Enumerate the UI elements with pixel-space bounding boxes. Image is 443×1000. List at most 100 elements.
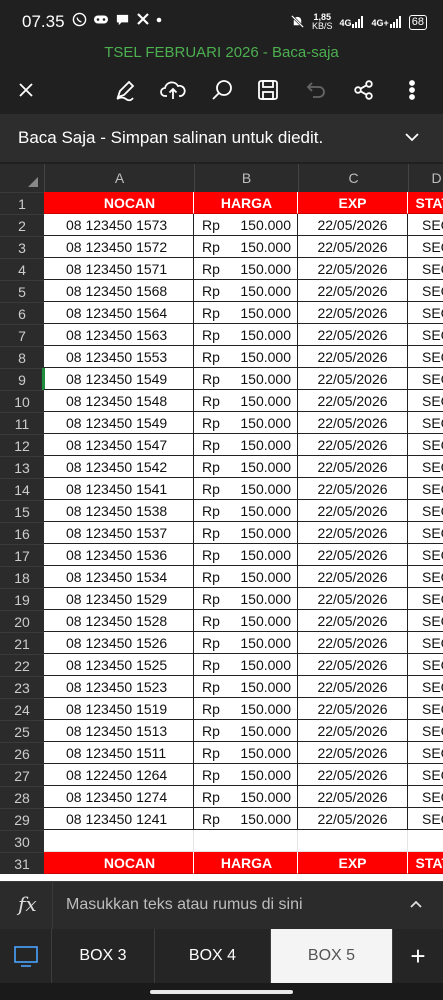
cell-status[interactable]: SEGEL [408, 610, 443, 632]
row-header[interactable]: 27 [0, 764, 44, 786]
cell-harga[interactable]: Rp 150.000 [194, 566, 298, 588]
undo-button[interactable] [302, 76, 330, 104]
cell-exp[interactable]: 22/05/2026 [298, 698, 408, 720]
cell-exp[interactable]: 22/05/2026 [298, 786, 408, 808]
cell-status[interactable]: SEGEL [408, 302, 443, 324]
cell-harga[interactable]: Rp 150.000 [194, 654, 298, 676]
cell-exp[interactable]: 22/05/2026 [298, 368, 408, 390]
header-cell-harga[interactable]: HARGA [194, 852, 298, 874]
column-header-b[interactable]: B [194, 164, 298, 192]
cell-exp[interactable]: 22/05/2026 [298, 214, 408, 236]
row-header[interactable]: 4 [0, 258, 44, 280]
cell-nocan[interactable]: 08 123450 1548 [44, 390, 194, 412]
cell-nocan[interactable]: 08 123450 1536 [44, 544, 194, 566]
cell-harga[interactable]: Rp 150.000 [194, 632, 298, 654]
cell-nocan[interactable]: 08 123450 1553 [44, 346, 194, 368]
cell-status[interactable]: SEGEL [408, 478, 443, 500]
cell-status[interactable]: SEGEL [408, 390, 443, 412]
cell-harga[interactable]: Rp 150.000 [194, 390, 298, 412]
cell-nocan[interactable]: 08 123450 1523 [44, 676, 194, 698]
row-header[interactable]: 20 [0, 610, 44, 632]
add-sheet-button[interactable]: + [393, 929, 443, 983]
row-header[interactable]: 25 [0, 720, 44, 742]
header-cell-exp[interactable]: EXP [298, 852, 408, 874]
cell-harga[interactable]: Rp 150.000 [194, 280, 298, 302]
cell-status[interactable]: SEGEL [408, 786, 443, 808]
header-cell-exp[interactable]: EXP [298, 192, 408, 214]
row-header[interactable]: 24 [0, 698, 44, 720]
cell-exp[interactable]: 22/05/2026 [298, 544, 408, 566]
cell-status[interactable]: SEGEL [408, 214, 443, 236]
search-button[interactable] [208, 76, 236, 104]
row-header[interactable]: 23 [0, 676, 44, 698]
cell-harga[interactable]: Rp 150.000 [194, 368, 298, 390]
tab-box-5[interactable]: BOX 5 [271, 929, 393, 983]
cell-status[interactable]: SEGEL [408, 368, 443, 390]
more-button[interactable] [398, 76, 426, 104]
cell-nocan[interactable]: 08 123450 1571 [44, 258, 194, 280]
cell-nocan[interactable]: 08 123450 1528 [44, 610, 194, 632]
row-header[interactable]: 29 [0, 808, 44, 830]
cell-nocan[interactable]: 08 123450 1547 [44, 434, 194, 456]
cell-exp[interactable]: 22/05/2026 [298, 654, 408, 676]
row-header[interactable]: 3 [0, 236, 44, 258]
select-all-corner[interactable] [0, 164, 44, 192]
row-header[interactable]: 9 [0, 368, 44, 390]
cell-nocan[interactable]: 08 123450 1511 [44, 742, 194, 764]
cell-status[interactable]: SEGEL [408, 500, 443, 522]
cell-harga[interactable]: Rp 150.000 [194, 764, 298, 786]
column-header-a[interactable]: A [44, 164, 194, 192]
row-header[interactable]: 16 [0, 522, 44, 544]
cell-nocan[interactable]: 08 123450 1542 [44, 456, 194, 478]
cell-nocan[interactable]: 08 123450 1564 [44, 302, 194, 324]
cell-harga[interactable]: Rp 150.000 [194, 346, 298, 368]
cell-exp[interactable]: 22/05/2026 [298, 346, 408, 368]
row-header[interactable]: 21 [0, 632, 44, 654]
cell-nocan[interactable]: 08 123450 1534 [44, 566, 194, 588]
row-header[interactable]: 30 [0, 830, 44, 852]
cell-harga[interactable]: Rp 150.000 [194, 742, 298, 764]
cell-status[interactable]: SEGEL [408, 236, 443, 258]
row-header[interactable]: 11 [0, 412, 44, 434]
cell-status[interactable]: SEGEL [408, 698, 443, 720]
header-cell-nocan[interactable]: NOCAN [44, 852, 194, 874]
cell-exp[interactable]: 22/05/2026 [298, 566, 408, 588]
cell-nocan[interactable]: 08 123450 1572 [44, 236, 194, 258]
cell-exp[interactable]: 22/05/2026 [298, 478, 408, 500]
row-header[interactable]: 1 [0, 192, 44, 214]
cell-exp[interactable]: 22/05/2026 [298, 434, 408, 456]
tab-box-4[interactable]: BOX 4 [155, 929, 271, 983]
spreadsheet-grid[interactable]: A B C D 1 2 3 4 5 6 7 8 9 10 11 12 13 14 15 16 17 18 19 20 2… [0, 164, 443, 881]
row-header[interactable]: 7 [0, 324, 44, 346]
row-header[interactable]: 8 [0, 346, 44, 368]
row-header[interactable]: 10 [0, 390, 44, 412]
cell-status[interactable]: SEGEL [408, 632, 443, 654]
empty-cell[interactable] [298, 830, 408, 852]
cell-status[interactable]: SEGEL [408, 280, 443, 302]
cell-status[interactable]: SEGEL [408, 588, 443, 610]
cell-nocan[interactable]: 08 123450 1274 [44, 786, 194, 808]
cell-exp[interactable]: 22/05/2026 [298, 412, 408, 434]
cell-exp[interactable]: 22/05/2026 [298, 808, 408, 830]
cell-nocan[interactable]: 08 123450 1568 [44, 280, 194, 302]
cell-exp[interactable]: 22/05/2026 [298, 280, 408, 302]
cell-harga[interactable]: Rp 150.000 [194, 236, 298, 258]
cell-nocan[interactable]: 08 123450 1519 [44, 698, 194, 720]
cell-nocan[interactable]: 08 123450 1529 [44, 588, 194, 610]
cell-exp[interactable]: 22/05/2026 [298, 324, 408, 346]
row-header[interactable]: 6 [0, 302, 44, 324]
cell-harga[interactable]: Rp 150.000 [194, 478, 298, 500]
home-gesture-pill[interactable] [150, 990, 293, 994]
cell-harga[interactable]: Rp 150.000 [194, 676, 298, 698]
cell-nocan[interactable]: 08 123450 1241 [44, 808, 194, 830]
close-button[interactable] [12, 76, 40, 104]
cell-status[interactable]: SEGEL [408, 434, 443, 456]
row-header[interactable]: 28 [0, 786, 44, 808]
cell-exp[interactable]: 22/05/2026 [298, 588, 408, 610]
share-button[interactable] [350, 76, 378, 104]
cell-nocan[interactable]: 08 123450 1549 [44, 412, 194, 434]
row-header[interactable]: 15 [0, 500, 44, 522]
row-header[interactable]: 22 [0, 654, 44, 676]
row-header[interactable]: 12 [0, 434, 44, 456]
empty-cell[interactable] [408, 830, 443, 852]
